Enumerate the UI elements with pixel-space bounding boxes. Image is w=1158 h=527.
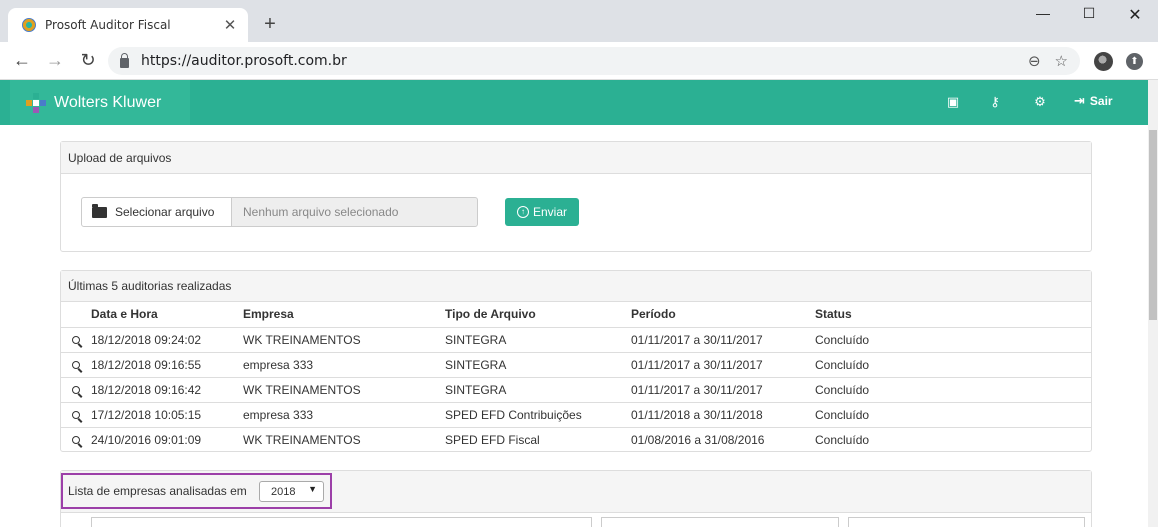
- search-icon[interactable]: [72, 385, 80, 394]
- browser-tab[interactable]: Prosoft Auditor Fiscal ✕: [8, 8, 248, 42]
- zoom-icon[interactable]: ⊖: [1028, 52, 1041, 70]
- table-row: 18/12/2018 09:16:55 empresa 333 SINTEGRA…: [61, 352, 1091, 378]
- table-header-row: Data e Hora Empresa Tipo de Arquivo Perí…: [61, 302, 1091, 328]
- maximize-button[interactable]: ☐: [1066, 5, 1112, 27]
- bookmark-star-icon[interactable]: ☆: [1055, 52, 1068, 70]
- brand-logo[interactable]: Wolters Kluwer: [10, 80, 190, 125]
- companies-list-label: Lista de empresas analisadas em: [68, 484, 247, 498]
- cell-status: Concluído: [815, 432, 870, 447]
- cell-company: WK TREINAMENTOS: [243, 327, 445, 353]
- table-row: 18/12/2018 09:16:42 WK TREINAMENTOS SINT…: [61, 377, 1091, 403]
- page-scrollbar[interactable]: [1148, 80, 1158, 527]
- cell-file-type: SPED EFD Contribuições: [445, 402, 631, 428]
- tab-title: Prosoft Auditor Fiscal: [45, 18, 171, 32]
- table-row: 24/10/2016 09:01:09 WK TREINAMENTOS SPED…: [61, 427, 1091, 452]
- logout-button[interactable]: ⇥ Sair: [1074, 93, 1113, 109]
- search-icon[interactable]: [72, 435, 80, 444]
- cell-period: 01/08/2016 a 31/08/2016: [631, 432, 765, 447]
- cell-company: empresa 333: [243, 402, 445, 428]
- cell-status: Concluído: [815, 402, 1091, 428]
- companies-column-box: [91, 517, 592, 527]
- wolters-kluwer-logo-icon: [26, 92, 46, 113]
- lock-icon[interactable]: [120, 52, 129, 68]
- cell-status: Concluído: [815, 327, 1091, 353]
- select-file-label: Selecionar arquivo: [115, 205, 215, 219]
- scrollbar-thumb[interactable]: [1149, 130, 1157, 320]
- close-tab-icon[interactable]: ✕: [222, 16, 238, 34]
- send-button[interactable]: ↑ Enviar: [505, 198, 579, 226]
- gear-icon[interactable]: ⚙: [1031, 93, 1049, 111]
- back-arrow-icon[interactable]: ←: [12, 50, 32, 71]
- table-row: 17/12/2018 10:05:15 empresa 333 SPED EFD…: [61, 402, 1091, 428]
- search-icon[interactable]: [72, 410, 80, 419]
- cell-date: 18/12/2018 09:16:55: [91, 352, 243, 378]
- cell-company: WK TREINAMENTOS: [243, 432, 361, 447]
- brand-name: Wolters Kluwer: [54, 93, 162, 111]
- reload-icon[interactable]: ↻: [78, 50, 98, 71]
- profile-avatar[interactable]: [1094, 52, 1113, 71]
- cell-period: 01/11/2017 a 30/11/2017: [631, 352, 815, 378]
- table-header-file-type: Tipo de Arquivo: [445, 302, 631, 328]
- companies-column-box: [601, 517, 839, 527]
- logout-icon: ⇥: [1074, 93, 1085, 108]
- cell-file-type: SINTEGRA: [445, 352, 631, 378]
- cell-status: Concluído: [815, 352, 1091, 378]
- send-label: Enviar: [532, 205, 567, 219]
- table-header-period: Período: [631, 302, 815, 328]
- logout-label: Sair: [1089, 94, 1113, 108]
- table-row: 18/12/2018 09:24:02 WK TREINAMENTOS SINT…: [61, 327, 1091, 353]
- select-file-button[interactable]: Selecionar arquivo: [81, 197, 232, 227]
- table-header-status: Status: [815, 302, 1091, 328]
- window-close-button[interactable]: ✕: [1112, 5, 1158, 27]
- address-bar[interactable]: https://auditor.prosoft.com.br ⊖ ☆: [108, 47, 1080, 75]
- table-header-action: [61, 302, 91, 328]
- cell-file-type: SINTEGRA: [445, 327, 631, 353]
- cell-file-type: SINTEGRA: [445, 377, 631, 403]
- selected-file-field: Nenhum arquivo selecionado: [231, 197, 478, 227]
- cell-date: 18/12/2018 09:16:42: [91, 377, 243, 403]
- browser-toolbar: ← → ↻ https://auditor.prosoft.com.br ⊖ ☆…: [0, 42, 1158, 80]
- audits-table: Data e Hora Empresa Tipo de Arquivo Perí…: [61, 302, 1091, 452]
- table-header-date: Data e Hora: [91, 302, 243, 328]
- cell-date: 18/12/2018 09:24:02: [91, 327, 243, 353]
- search-icon[interactable]: [72, 360, 80, 369]
- new-tab-button[interactable]: +: [260, 13, 280, 36]
- recent-audits-title: Últimas 5 auditorias realizadas: [61, 271, 1091, 302]
- cell-company: WK TREINAMENTOS: [243, 377, 445, 403]
- minimize-button[interactable]: —: [1020, 5, 1066, 27]
- forward-arrow-icon[interactable]: →: [45, 50, 65, 71]
- recent-audits-panel: Últimas 5 auditorias realizadas Data e H…: [60, 270, 1092, 452]
- browser-tab-strip: Prosoft Auditor Fiscal ✕ + — ☐ ✕: [0, 0, 1158, 42]
- cell-period: 01/11/2017 a 30/11/2017: [631, 377, 815, 403]
- upload-panel-title: Upload de arquivos: [61, 142, 1091, 174]
- cell-period: 01/11/2018 a 30/11/2018: [631, 402, 815, 428]
- key-icon[interactable]: ⚷: [986, 93, 1004, 111]
- year-select[interactable]: 2018 ▼: [259, 481, 324, 502]
- cell-status: Concluído: [815, 377, 1091, 403]
- cell-date: 24/10/2016 09:01:09: [91, 432, 202, 447]
- cell-file-type: SPED EFD Fiscal: [445, 432, 540, 447]
- table-header-company: Empresa: [243, 302, 445, 328]
- cell-period: 01/11/2017 a 30/11/2017: [631, 327, 815, 353]
- extension-icon[interactable]: ⬆: [1126, 53, 1143, 70]
- favicon-icon: [22, 18, 36, 32]
- dropdown-arrow-icon: ▼: [308, 484, 317, 494]
- year-select-value: 2018: [271, 485, 296, 498]
- upload-circle-icon: ↑: [516, 206, 529, 218]
- search-icon[interactable]: [72, 335, 80, 344]
- companies-column-box: [848, 517, 1085, 527]
- folder-open-icon: [92, 203, 107, 218]
- url-text[interactable]: https://auditor.prosoft.com.br: [141, 53, 1014, 69]
- cell-date: 17/12/2018 10:05:15: [91, 402, 243, 428]
- app-header: Wolters Kluwer ▣ ⚷ ⚙ ⇥ Sair: [0, 80, 1148, 125]
- upload-panel: Upload de arquivos Selecionar arquivo Ne…: [60, 141, 1092, 252]
- help-icon[interactable]: ▣: [944, 93, 962, 111]
- cell-company: empresa 333: [243, 352, 445, 378]
